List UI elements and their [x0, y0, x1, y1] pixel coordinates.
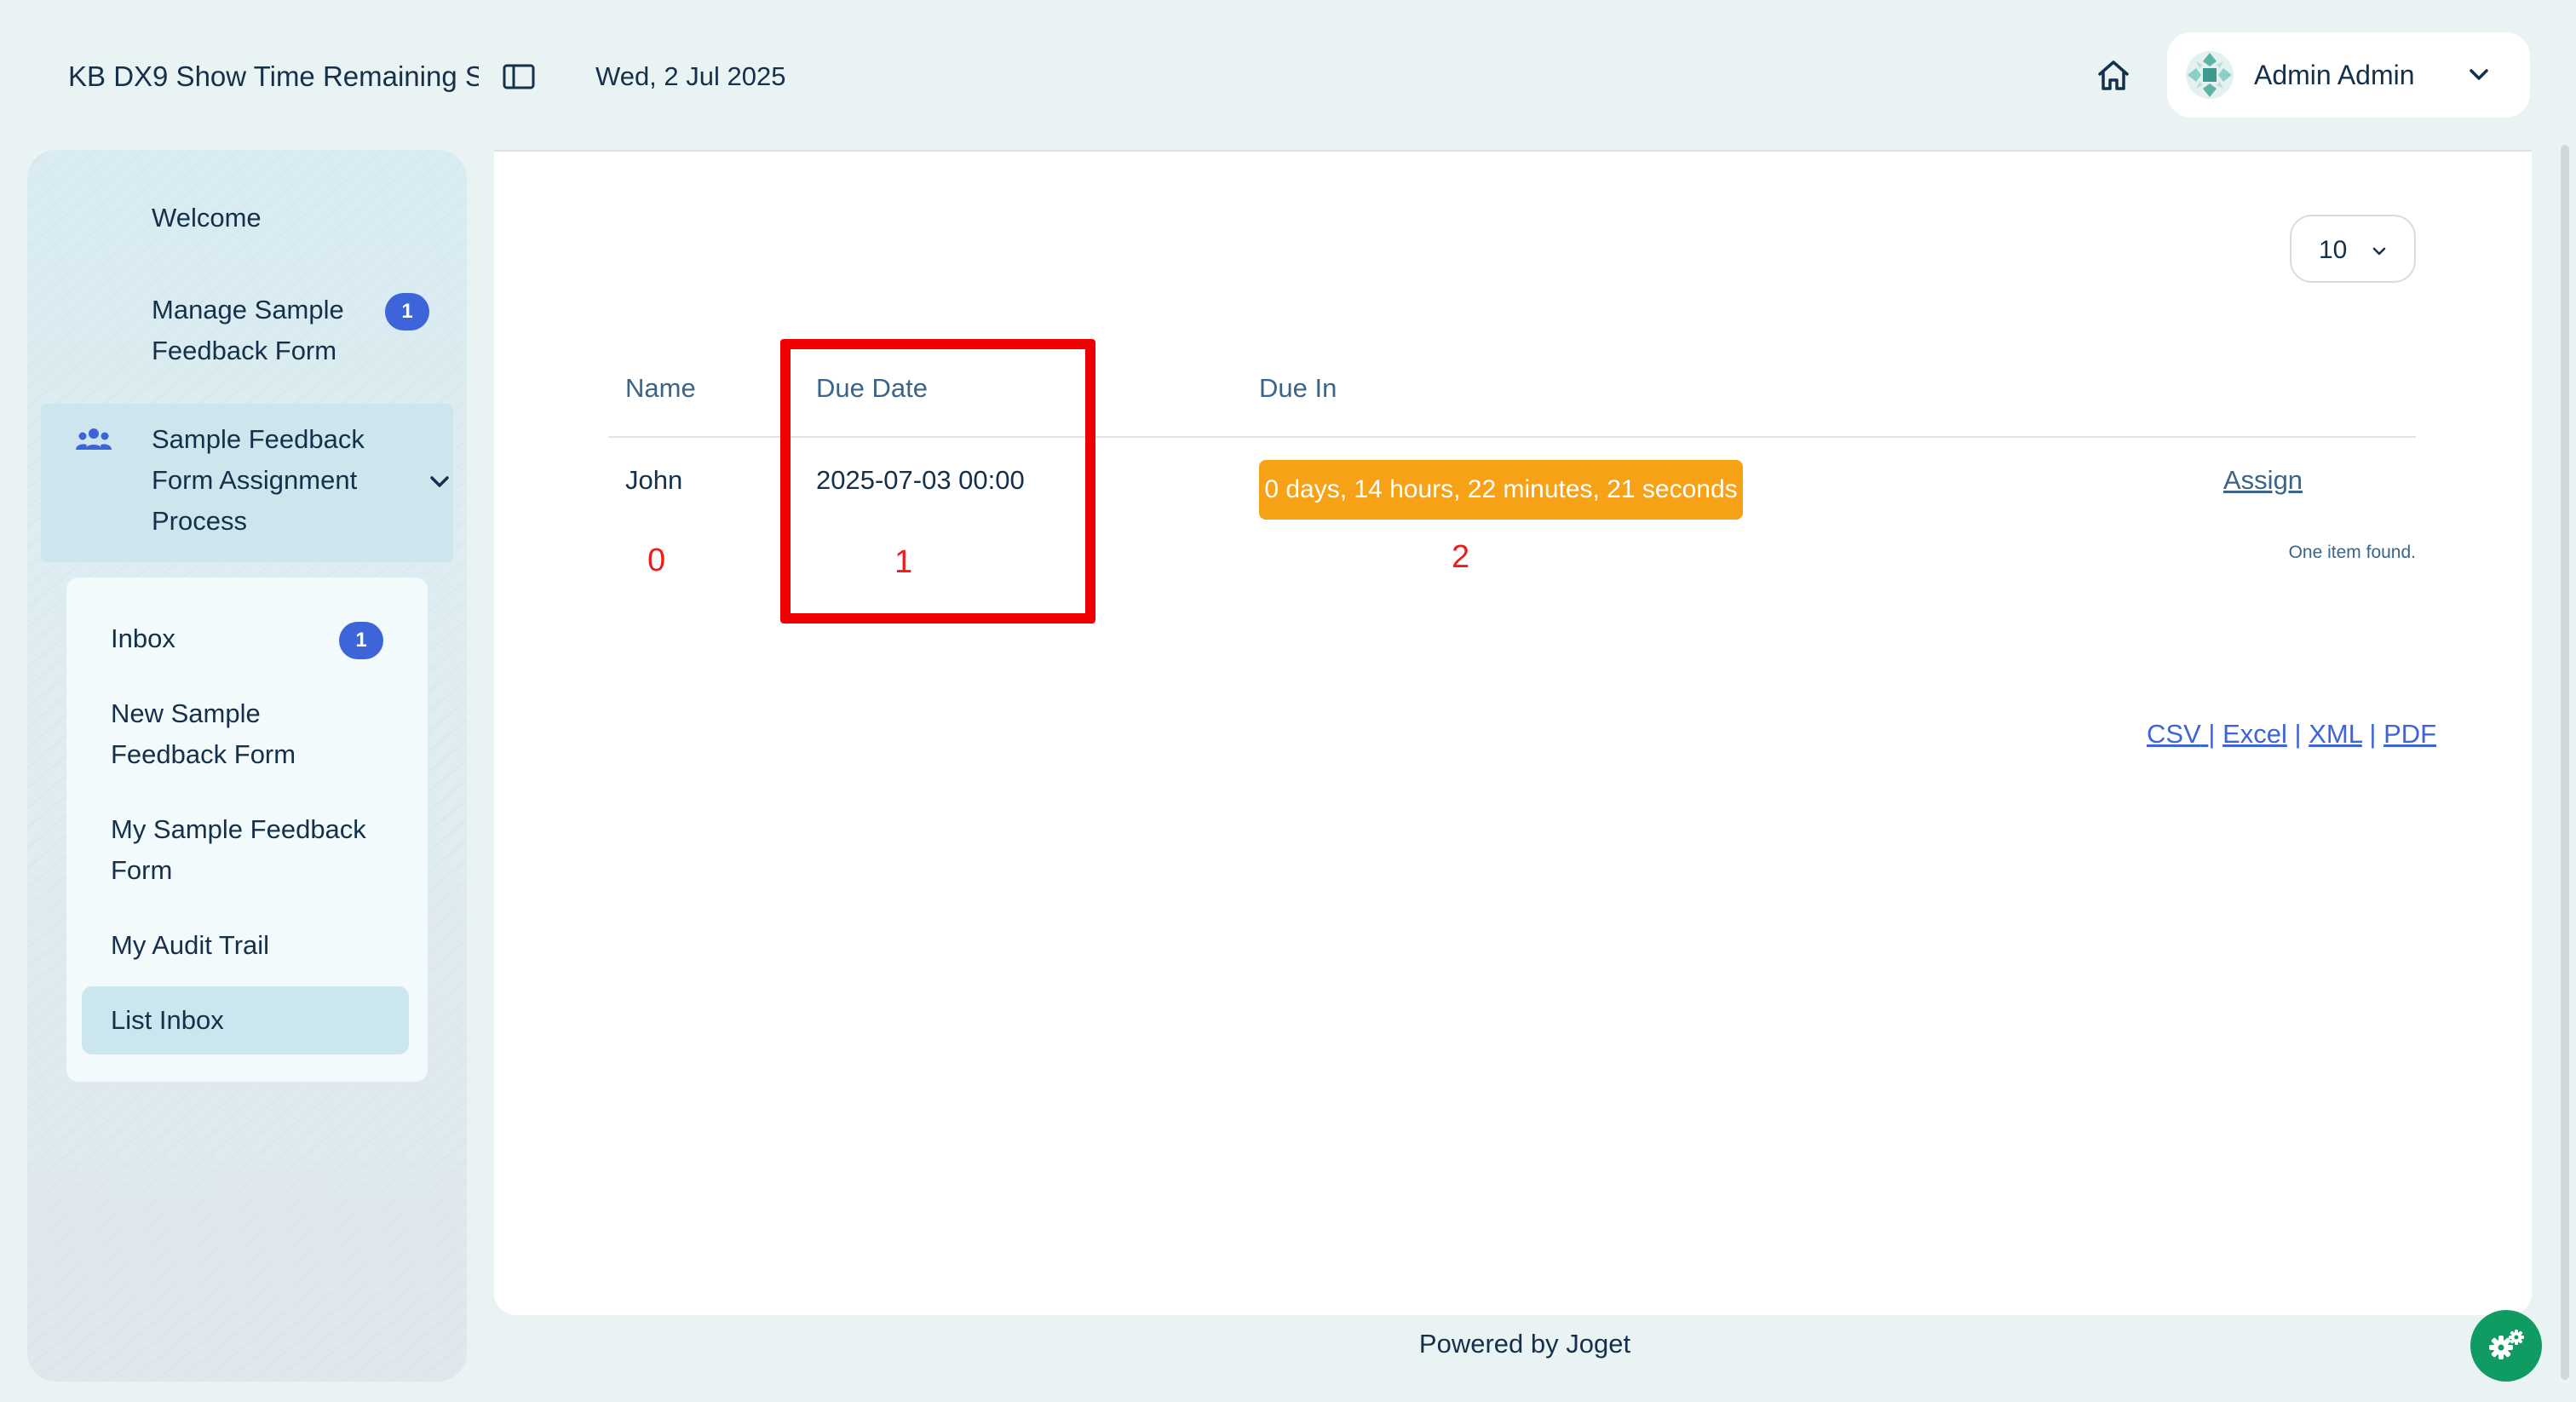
- subnav-item-label: Feedback Form: [111, 739, 296, 769]
- chevron-down-icon[interactable]: [426, 468, 453, 496]
- subnav-item-new-form[interactable]: New Sample Feedback Form: [111, 693, 296, 775]
- subnav-item-list-inbox[interactable]: List Inbox: [111, 1000, 224, 1041]
- export-xml-link[interactable]: XML: [2309, 719, 2362, 749]
- user-name: Admin Admin: [2254, 60, 2415, 90]
- subnav-item-audit-trail[interactable]: My Audit Trail: [111, 925, 269, 966]
- user-menu[interactable]: Admin Admin: [2167, 32, 2530, 118]
- sidebar-item-manage-feedback[interactable]: Manage Sample Feedback Form: [152, 290, 344, 371]
- page-size-select[interactable]: 10: [2290, 215, 2416, 283]
- sidebar: Welcome Manage Sample Feedback Form 1 Sa…: [27, 150, 467, 1382]
- main-panel: 10 Name Due Date Due In John 2025-07-03 …: [494, 150, 2532, 1315]
- export-separator: [2287, 719, 2295, 749]
- subnav-item-inbox[interactable]: Inbox: [111, 618, 175, 659]
- page-size-value: 10: [2319, 236, 2348, 264]
- count-badge: 1: [339, 622, 383, 659]
- annotation-highlight-box: [780, 339, 1095, 623]
- subnav-item-label: My Sample Feedback: [111, 814, 366, 844]
- sidebar-item-label: Manage Sample: [152, 295, 344, 325]
- export-separator: |: [2294, 719, 2302, 749]
- sidebar-item-process[interactable]: Sample Feedback Form Assignment Process: [152, 419, 365, 542]
- sidebar-item-label: Form Assignment: [152, 465, 358, 495]
- cell-name: John: [625, 465, 683, 495]
- sidebar-item-welcome[interactable]: Welcome: [152, 198, 262, 238]
- top-header: KB DX9 Show Time Remaining S Wed, 2 Jul …: [0, 0, 2576, 150]
- gears-icon: [2489, 1330, 2524, 1359]
- sidebar-toggle-icon[interactable]: [503, 63, 535, 90]
- chevron-down-icon[interactable]: [2465, 61, 2493, 89]
- export-pdf-link[interactable]: PDF: [2383, 719, 2436, 749]
- scrollbar-thumb[interactable]: [2561, 145, 2569, 1380]
- header-date: Wed, 2 Jul 2025: [595, 61, 786, 91]
- export-separator: |: [2208, 719, 2216, 749]
- sidebar-item-label: Sample Feedback: [152, 424, 365, 454]
- cell-due-in-badge: 0 days, 14 hours, 22 minutes, 21 seconds: [1259, 460, 1743, 520]
- export-links: CSV | Excel | XML | PDF: [2147, 715, 2436, 753]
- export-excel-link[interactable]: Excel: [2222, 719, 2287, 749]
- count-badge: 1: [385, 293, 429, 330]
- avatar-logo-icon: [2186, 51, 2234, 99]
- assign-link[interactable]: Assign: [2223, 462, 2303, 499]
- annotation-marker-2: 2: [1452, 539, 1470, 575]
- export-separator: |: [2369, 719, 2377, 749]
- result-count-text: One item found.: [2288, 543, 2416, 562]
- column-header-name[interactable]: Name: [625, 370, 696, 407]
- footer-powered-by: Powered by Joget: [1418, 1329, 1631, 1359]
- home-icon[interactable]: [2096, 58, 2131, 94]
- column-header-due-in[interactable]: Due In: [1259, 370, 1337, 407]
- settings-fab-button[interactable]: [2470, 1310, 2542, 1382]
- subnav-item-label: New Sample: [111, 698, 261, 728]
- sidebar-item-label: Feedback Form: [152, 336, 337, 365]
- subnav-item-label: Form: [111, 855, 173, 885]
- annotation-marker-0: 0: [647, 543, 666, 578]
- subnav-item-my-form[interactable]: My Sample Feedback Form: [111, 809, 366, 891]
- chevron-down-icon: [2372, 247, 2386, 256]
- app-title[interactable]: KB DX9 Show Time Remaining S: [68, 58, 479, 95]
- sidebar-item-label: Process: [152, 506, 247, 536]
- users-group-icon: [76, 428, 112, 450]
- export-csv-link[interactable]: CSV: [2147, 719, 2201, 749]
- subnav-menu: Inbox 1 New Sample Feedback Form My Samp…: [66, 577, 428, 1082]
